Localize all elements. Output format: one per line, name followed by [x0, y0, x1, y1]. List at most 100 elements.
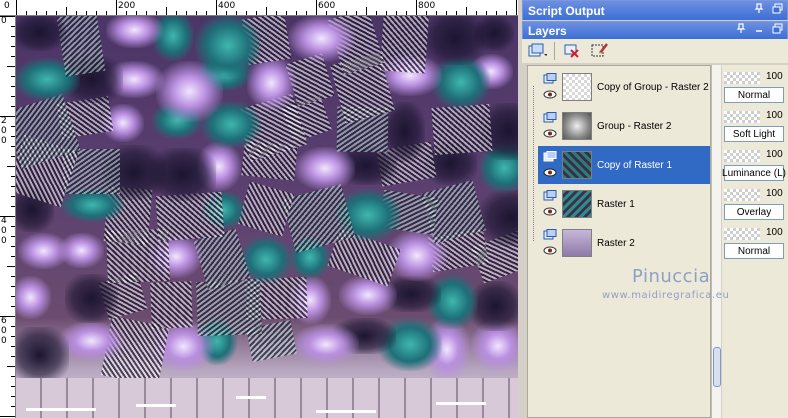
layer-thumbnail [562, 151, 592, 179]
layer-row-raster-1[interactable]: Raster 1 [538, 185, 710, 223]
floor-highlight [316, 410, 376, 413]
ruler-tick [296, 11, 297, 15]
opacity-slider[interactable]: 100 [724, 110, 788, 124]
restore-icon[interactable] [771, 3, 783, 16]
layer-name: Raster 1 [597, 198, 635, 210]
canvas-tile [479, 190, 518, 246]
opacity-value: 100 [766, 227, 783, 238]
opacity-value: 100 [766, 188, 783, 199]
layer-name: Group - Raster 2 [597, 120, 672, 132]
ruler-tick [396, 11, 397, 15]
ruler-tick [76, 11, 77, 15]
ruler-label-v400: 400 [1, 216, 7, 246]
ruler-tick [0, 316, 15, 317]
visibility-eye-icon[interactable] [543, 168, 557, 180]
new-raster-layer-icon[interactable] [526, 41, 548, 61]
delete-layer-icon[interactable] [561, 41, 583, 61]
ruler-tick [46, 11, 47, 15]
blend-mode-select[interactable]: Soft Light [724, 126, 784, 142]
opacity-slider[interactable]: 100 [724, 71, 788, 85]
ruler-tick [11, 246, 15, 247]
ruler-tick [126, 11, 127, 15]
ruler-tick [146, 11, 147, 15]
layer-type-icon [543, 189, 557, 204]
opacity-slider[interactable]: 100 [724, 188, 788, 202]
edit-selection-icon[interactable] [589, 41, 611, 61]
ruler-tick [0, 216, 15, 217]
ruler-tick [16, 0, 17, 15]
ruler-tick [11, 396, 15, 397]
canvas-tile [237, 181, 295, 237]
layer-props-0: 100 Normal [724, 71, 788, 103]
blend-mode-select[interactable]: Overlay [724, 204, 784, 220]
ruler-tick [356, 11, 357, 15]
layer-row-copy-of-group-raster-2[interactable]: Copy of Group - Raster 2 [538, 68, 710, 106]
canvas-tile [295, 147, 355, 190]
visibility-eye-icon[interactable] [543, 90, 557, 102]
ruler-tick [11, 226, 15, 227]
ruler-tick [11, 106, 15, 107]
script-output-titlebar[interactable]: Script Output [523, 1, 787, 20]
layers-scrollbar[interactable] [711, 65, 721, 418]
layer-props-2: 100 Luminance (L) [722, 149, 788, 181]
restore-icon[interactable] [771, 23, 783, 36]
ruler-tick [11, 406, 15, 407]
ruler-tick [11, 386, 15, 387]
visibility-eye-icon[interactable] [543, 246, 557, 258]
ruler-tick [106, 11, 107, 15]
ruler-tick [11, 326, 15, 327]
ruler-tick [0, 116, 15, 117]
script-output-palette: Script Output [522, 0, 788, 20]
ruler-tick [11, 376, 15, 377]
blend-mode-select[interactable]: Normal [724, 243, 784, 259]
layers-titlebar[interactable]: Layers [523, 22, 787, 39]
ruler-tick [246, 11, 247, 15]
layer-thumbnail [562, 73, 592, 101]
ruler-tick [11, 336, 15, 337]
watermark-url: www.maidiregrafica.eu [602, 290, 730, 301]
opacity-slider[interactable]: 100 [724, 227, 788, 241]
horizontal-ruler: 0 200 400 600 800 [0, 0, 520, 16]
ruler-label-200: 200 [118, 1, 136, 11]
ruler-tick [7, 66, 15, 67]
ruler-tick [7, 366, 15, 367]
visibility-eye-icon[interactable] [543, 129, 557, 141]
ruler-label-600: 600 [318, 1, 336, 11]
layer-row-group-raster-2[interactable]: Group - Raster 2 [538, 107, 710, 145]
ruler-tick [66, 7, 67, 15]
visibility-eye-icon[interactable] [543, 207, 557, 219]
ruler-tick [386, 11, 387, 15]
ruler-tick [236, 11, 237, 15]
ruler-tick [11, 96, 15, 97]
ruler-tick [11, 46, 15, 47]
pin-icon[interactable] [735, 23, 747, 36]
ruler-label-v200: 200 [1, 116, 7, 146]
ruler-label-v0: 0 [1, 16, 7, 26]
ruler-label-0: 0 [4, 1, 10, 11]
ruler-tick [506, 11, 507, 15]
ruler-tick [11, 286, 15, 287]
layer-row-raster-2[interactable]: Raster 2 [538, 224, 710, 262]
scrollbar-thumb[interactable] [713, 347, 721, 387]
layer-row-copy-of-raster-1[interactable]: Copy of Raster 1 [538, 146, 710, 184]
blend-mode-select[interactable]: Normal [724, 87, 784, 103]
ruler-tick [11, 296, 15, 297]
ruler-tick [11, 206, 15, 207]
canvas-tile [16, 276, 51, 319]
watermark-name: Pinuccia [632, 266, 711, 287]
pin-icon[interactable] [753, 3, 765, 16]
ruler-tick [476, 11, 477, 15]
canvas-tile [379, 16, 430, 74]
blend-mode-select[interactable]: Luminance (L) [722, 165, 786, 181]
image-canvas[interactable] [16, 16, 518, 418]
canvas-tile [431, 104, 493, 155]
layers-list[interactable]: Copy of Group - Raster 2 Group - Raster … [527, 65, 711, 418]
minimize-icon[interactable] [753, 23, 765, 36]
layer-props-3: 100 Overlay [724, 188, 788, 220]
ruler-tick [486, 11, 487, 15]
ruler-tick [496, 11, 497, 15]
opacity-slider[interactable]: 100 [724, 149, 788, 163]
layer-name: Copy of Raster 1 [597, 159, 673, 171]
floor-highlight [236, 396, 266, 399]
ruler-label-v600: 600 [1, 316, 7, 346]
